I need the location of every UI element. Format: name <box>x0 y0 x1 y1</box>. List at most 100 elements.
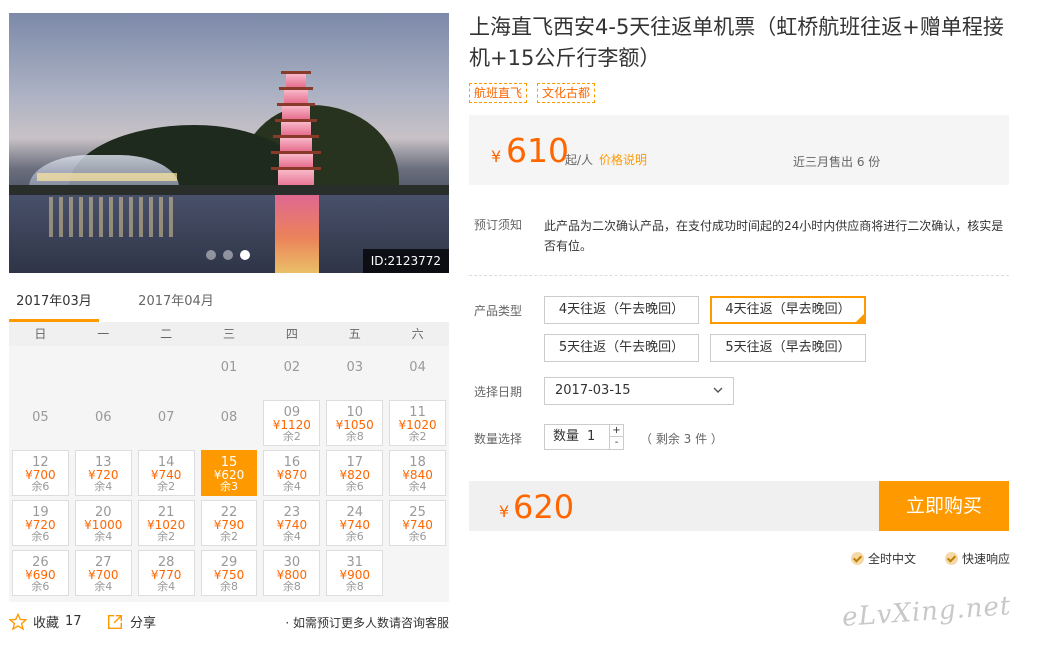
guarantee-label: 全时中文 <box>868 552 917 566</box>
day-number: 07 <box>157 410 175 425</box>
watermark: eLvXing.net <box>841 591 1013 633</box>
day-stock: 余6 <box>31 580 50 593</box>
weekday-label: 四 <box>285 327 298 341</box>
calendar-day-unavailable: 06 <box>75 400 132 446</box>
tab-month-april[interactable]: 2017年04月 <box>131 288 221 322</box>
day-stock: 余2 <box>408 430 427 443</box>
day-number: 01 <box>220 360 238 375</box>
day-stock: 余2 <box>157 530 176 543</box>
calendar-day[interactable]: 22 ¥790 余2 <box>200 500 258 546</box>
day-stock: 余4 <box>282 480 301 493</box>
slide-dot[interactable] <box>206 250 216 260</box>
day-stock: 余4 <box>94 530 113 543</box>
calendar-day[interactable]: 28 ¥770 余4 <box>137 550 195 596</box>
product-type-option[interactable]: 4天往返（午去晚回） <box>544 296 699 324</box>
buy-now-button[interactable]: 立即购买 <box>879 481 1009 531</box>
booking-notice-text: 此产品为二次确认产品，在支付成功时间起的24小时内供应商将进行二次确认，核实是否… <box>544 219 1004 253</box>
photo-building-light <box>37 173 177 181</box>
calendar-day[interactable]: 12 ¥700 余6 <box>12 450 69 496</box>
calendar-day-unavailable: 07 <box>138 400 195 446</box>
booking-notice-label: 预订须知 <box>474 218 523 232</box>
guarantee-fast: 快速响应 <box>945 550 1010 567</box>
tab-month-march[interactable]: 2017年03月 <box>9 288 99 322</box>
share-label: 分享 <box>130 616 157 631</box>
product-photo[interactable]: ID:2123772 <box>9 13 449 273</box>
date-value: 2017-03-15 <box>555 383 631 398</box>
product-tags: 航班直飞 文化古都 <box>469 83 596 103</box>
slide-dot-active[interactable] <box>240 250 250 260</box>
photo-id-badge: ID:2123772 <box>362 249 449 273</box>
tag-direct-flight: 航班直飞 <box>469 83 528 103</box>
calendar-day-unavailable: 04 <box>389 350 446 396</box>
calendar-empty-cell <box>12 350 69 396</box>
date-label: 选择日期 <box>474 385 523 399</box>
calendar-day[interactable]: 27 ¥700 余4 <box>74 550 132 596</box>
price-explain-link[interactable]: 价格说明 <box>599 151 647 168</box>
calendar-day[interactable]: 19 ¥720 余6 <box>12 500 69 546</box>
product-type-label: 产品类型 <box>474 304 523 318</box>
calendar-day[interactable]: 29 ¥750 余8 <box>200 550 258 596</box>
weekday-label: 五 <box>348 327 361 341</box>
day-stock: 余4 <box>94 480 113 493</box>
quantity-value[interactable]: 1 <box>587 429 595 444</box>
calendar-day[interactable]: 13 ¥720 余4 <box>74 450 132 496</box>
check-icon <box>851 552 864 565</box>
weekday-label: 日 <box>34 327 47 341</box>
calendar-day[interactable]: 16 ¥870 余4 <box>263 450 321 496</box>
quantity-prefix: 数量 <box>553 429 580 444</box>
calendar-day[interactable]: 18 ¥840 余4 <box>389 450 446 496</box>
quantity-stepper: 数量 1 + - <box>544 424 624 450</box>
calendar-day[interactable]: 24 ¥740 余6 <box>326 500 384 546</box>
calendar-day[interactable]: 25 ¥740 余6 <box>389 500 446 546</box>
slide-dot[interactable] <box>223 250 233 260</box>
day-stock: 余2 <box>282 430 301 443</box>
day-number: 02 <box>283 360 301 375</box>
share-button[interactable]: 分享 <box>106 612 156 631</box>
quantity-plus-button[interactable]: + <box>609 425 623 437</box>
calendar-day[interactable]: 30 ¥800 余8 <box>263 550 321 596</box>
guarantee-chinese: 全时中文 <box>851 550 916 567</box>
calendar-day[interactable]: 26 ¥690 余6 <box>12 550 69 596</box>
calendar-empty-cell <box>138 350 195 396</box>
date-select[interactable]: 2017-03-15 <box>544 377 734 405</box>
calendar-day-selected[interactable]: 15 ¥620 余3 <box>200 450 258 496</box>
calendar-day[interactable]: 09 ¥1120 余2 <box>263 400 321 446</box>
calendar-day[interactable]: 14 ¥740 余2 <box>137 450 195 496</box>
price-unit: 起/人 <box>565 153 594 167</box>
calendar-day-unavailable: 08 <box>201 400 258 446</box>
share-icon <box>107 614 123 629</box>
calendar-day[interactable]: 17 ¥820 余6 <box>326 450 384 496</box>
calendar-day[interactable]: 31 ¥900 余8 <box>326 550 384 596</box>
calendar-day-unavailable: 02 <box>263 350 320 396</box>
currency-symbol: ¥ <box>491 147 502 166</box>
day-stock: 余4 <box>94 580 113 593</box>
calendar-day[interactable]: 21 ¥1020 余2 <box>137 500 195 546</box>
day-stock: 余8 <box>219 580 238 593</box>
calendar-day[interactable]: 20 ¥1000 余4 <box>74 500 132 546</box>
quantity-minus-button[interactable]: - <box>609 437 623 449</box>
star-icon <box>9 612 27 630</box>
product-type-option[interactable]: 5天往返（早去晚回） <box>710 334 866 362</box>
calendar-day[interactable]: 23 ¥740 余4 <box>263 500 321 546</box>
calendar-day[interactable]: 10 ¥1050 余8 <box>326 400 384 446</box>
favorite-button[interactable]: 收藏 17 <box>9 612 82 631</box>
consult-hint[interactable]: · 如需预订更多人数请咨询客服 <box>285 614 449 631</box>
product-type-option[interactable]: 5天往返（午去晚回） <box>544 334 699 362</box>
quantity-label: 数量选择 <box>474 432 523 446</box>
day-stock: 余6 <box>31 530 50 543</box>
day-stock: 余8 <box>345 580 364 593</box>
price-calendar: 日 一 二 三 四 五 六 01 02 03 04 05 06 07 08 09 ¥1120 余2 1… <box>9 322 449 602</box>
month-tabs: 2017年03月 2017年04月 <box>9 288 449 322</box>
day-number: 04 <box>409 360 426 375</box>
photo-reflection <box>275 195 319 273</box>
day-number: 03 <box>346 360 363 375</box>
product-type-option-selected[interactable]: 4天往返（早去晚回） <box>710 296 866 324</box>
day-stock: 余6 <box>408 530 427 543</box>
weekday-label: 一 <box>97 327 110 341</box>
day-stock: 余4 <box>408 480 427 493</box>
day-stock: 余3 <box>219 480 238 493</box>
day-stock: 余6 <box>31 480 50 493</box>
chevron-down-icon <box>713 387 723 393</box>
weekday-label: 三 <box>222 327 235 341</box>
calendar-day[interactable]: 11 ¥1020 余2 <box>389 400 446 446</box>
